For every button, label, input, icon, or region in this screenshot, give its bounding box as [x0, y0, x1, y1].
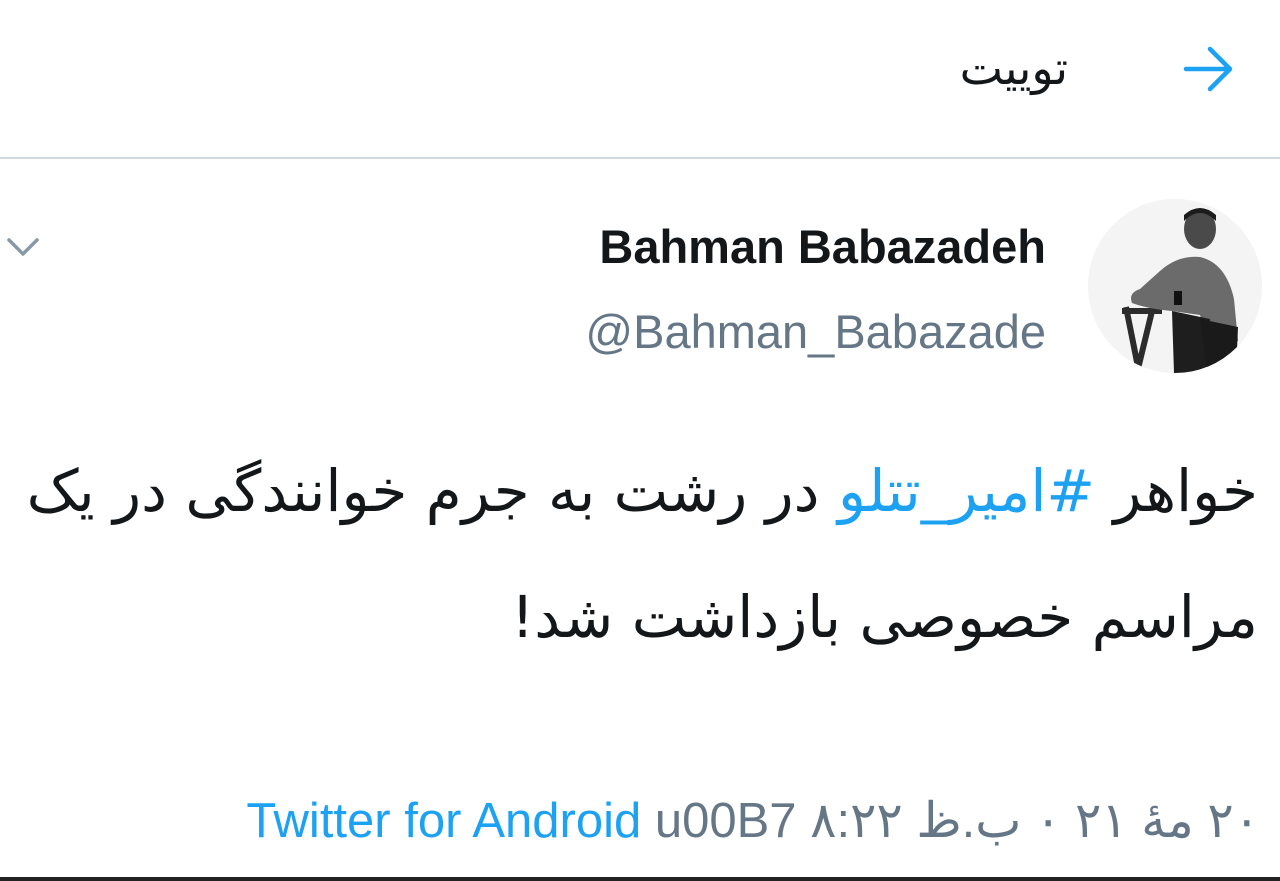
- top-app-bar: توییت: [0, 0, 1280, 159]
- author-display-name[interactable]: Bahman Babazadeh: [599, 215, 1046, 279]
- source-link[interactable]: Twitter for Android: [246, 794, 641, 848]
- tweet-meta: Twitter for Android u00B7 ۲۰ مهٔ ۲۱ ۰ ب.…: [246, 788, 1260, 854]
- tweet-timestamp: ۲۰ مهٔ ۲۱ ۰ ب.ظ ۸:۲۲: [810, 794, 1260, 848]
- hashtag-link[interactable]: #امیر_تتلو: [838, 457, 1095, 525]
- avatar[interactable]: [1088, 199, 1262, 373]
- chevron-down-icon[interactable]: [6, 230, 40, 264]
- user-photo-icon: [1088, 199, 1262, 373]
- tweet-text: خواهر #امیر_تتلو در رشت به جرم خوانندگی …: [8, 428, 1258, 680]
- meta-separator: u00B7: [641, 794, 811, 848]
- arrow-right-icon[interactable]: [1180, 40, 1238, 98]
- tweet-text-start: خواهر: [1095, 457, 1258, 525]
- author-handle[interactable]: @Bahman_Babazade: [585, 300, 1046, 364]
- page-title: توییت: [959, 41, 1068, 95]
- bottom-divider: [0, 877, 1280, 881]
